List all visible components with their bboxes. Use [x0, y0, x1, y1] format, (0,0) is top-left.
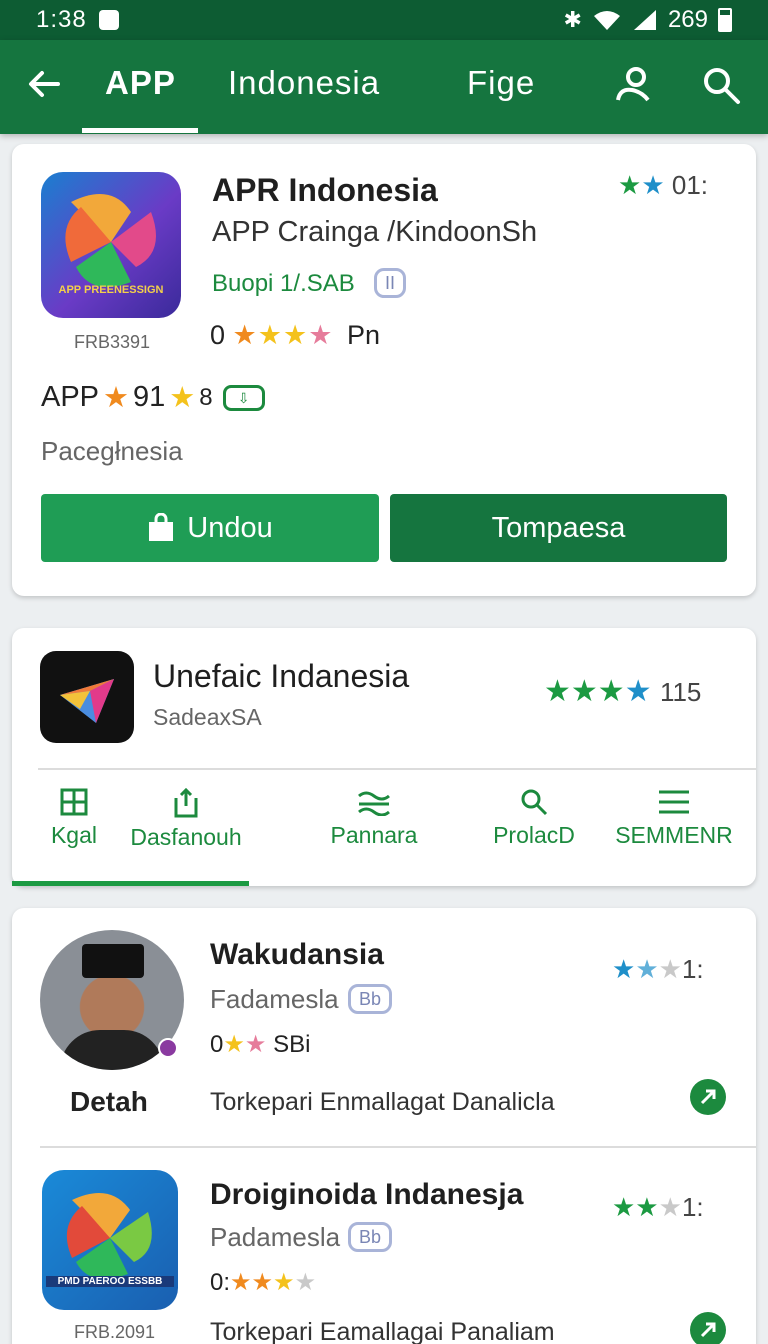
search-icon[interactable]	[700, 64, 742, 106]
play-badge-icon	[158, 1038, 178, 1058]
nav-label: ProlacD	[493, 822, 575, 848]
rating-stars: ★★★★	[232, 320, 334, 350]
item-2-app-icon: PMD PAEROO ESSBB	[42, 1170, 178, 1310]
wifi-icon	[593, 11, 620, 30]
back-arrow-icon[interactable]	[24, 64, 64, 104]
item-1-badge: Bb	[348, 984, 393, 1014]
active-tab-indicator	[82, 128, 198, 133]
rating-suffix: SBi	[273, 1031, 311, 1058]
pinwheel-logo-icon	[65, 194, 156, 287]
tab-fige[interactable]: Fige	[467, 64, 535, 108]
meta-app-label: APP	[41, 381, 100, 413]
avatar-name: Detah	[70, 1086, 148, 1117]
status-bar: 1:38 ✱ 269	[0, 0, 768, 40]
share-icon	[174, 788, 198, 818]
search-icon	[521, 789, 548, 816]
item-2-corner-rating: ★★★1:	[612, 1192, 704, 1222]
app-badge: II	[374, 268, 407, 298]
shopping-bag-icon	[149, 513, 174, 541]
item-2-subtitle: Padamesla	[210, 1222, 341, 1252]
rating-prefix: 0:	[210, 1269, 231, 1296]
app-meta-row: APP ★ 91 ★ 8 ⇩	[41, 380, 265, 415]
item-2-rating: 0:★★★★	[210, 1269, 317, 1296]
corner-rating-value: 01:	[671, 170, 709, 200]
app-icon: APP PREENESSIGN	[41, 172, 181, 318]
tab-app[interactable]: APP	[105, 64, 176, 108]
corner-value: 1:	[681, 1192, 704, 1222]
item-2-badge: Bb	[348, 1222, 393, 1252]
corner-rating: ★★ 01:	[618, 170, 709, 200]
app-2-title: Unefaic Indanesia	[153, 658, 410, 694]
app-bar: APP Indonesia Fige	[0, 40, 768, 134]
waves-icon	[358, 791, 390, 816]
grid-icon	[60, 788, 88, 816]
app-title: APR Indonesia	[212, 172, 438, 208]
meta-number-2: 8	[199, 383, 213, 411]
item-2-action-icon[interactable]	[690, 1312, 726, 1344]
secondary-action-label: Tompaesa	[491, 511, 626, 544]
item-1-rating: 0★★ SBi	[210, 1031, 311, 1058]
active-nav-indicator	[12, 881, 249, 886]
app-2-rating-value: 115	[659, 677, 702, 707]
app-rating: 0 ★★★★ Pn	[210, 320, 380, 351]
item-2-size: FRB.2091	[74, 1322, 156, 1342]
app-card-2[interactable]: Unefaic Indanesia SadeaxSA ★★★★ 115 Kgal…	[12, 628, 756, 886]
item-1-title: Wakudansia	[210, 938, 384, 971]
app-list-card: Detah Wakudansia Fadamesla Bb 0★★ SBi ★★…	[12, 908, 756, 1344]
nav-pannara[interactable]: Pannara	[304, 788, 444, 849]
item-1-description: Torkepari Enmallagat Danalicla	[210, 1088, 555, 1116]
battery-level: 269	[667, 6, 708, 33]
nav-prolacd[interactable]: ProlacD	[464, 788, 604, 849]
secondary-action-button[interactable]: Tompaesa	[390, 494, 727, 562]
list-item[interactable]: Detah Wakudansia Fadamesla Bb 0★★ SBi ★★…	[12, 908, 756, 1146]
star-icon: ★	[169, 382, 196, 414]
star-icon: ★	[103, 382, 130, 414]
nav-dasfanouh[interactable]: Dasfanouh	[116, 788, 256, 851]
signal-icon	[633, 10, 656, 30]
app-icon-2	[40, 651, 134, 743]
app-icon-caption: APP PREENESSIGN	[58, 284, 164, 296]
notification-icon	[98, 10, 119, 30]
nav-label: Kgal	[50, 822, 98, 848]
menu-icon	[659, 790, 689, 814]
nav-label: Pannara	[330, 822, 418, 848]
app-developer[interactable]: Buopi 1/.SAB	[212, 270, 355, 298]
divider	[38, 768, 756, 770]
download-button-label: Undou	[187, 511, 273, 544]
kite-logo-icon	[60, 679, 114, 723]
corner-value: 1:	[681, 954, 704, 984]
item-1-action-icon[interactable]	[690, 1079, 726, 1115]
nav-label: SEMMENR	[615, 822, 733, 848]
app-subtitle: APP Crainga /KindoonSh	[212, 216, 538, 248]
list-item[interactable]: PMD PAEROO ESSBB FRB.2091 Droiginoida In…	[12, 1148, 756, 1344]
app-size: FRB3391	[74, 332, 151, 352]
item-2-icon-caption: PMD PAEROO ESSBB	[46, 1276, 174, 1287]
rating-suffix: Pn	[346, 320, 380, 350]
item-2-title: Droiginoida Indanesja	[210, 1178, 524, 1211]
item-1-subtitle: Fadamesla	[210, 984, 339, 1014]
rating-prefix: 0	[210, 320, 226, 350]
item-1-corner-rating: ★★★1:	[612, 954, 704, 984]
rating-prefix: 0	[210, 1031, 224, 1058]
nav-semmenr[interactable]: SEMMENR	[604, 788, 744, 849]
meta-number-1: 91	[133, 381, 166, 413]
bluetooth-icon: ✱	[563, 7, 582, 32]
app-2-subtitle: SadeaxSA	[153, 704, 262, 730]
download-badge-icon: ⇩	[222, 384, 265, 411]
app-category: Pacegłnesia	[41, 436, 183, 466]
app-2-rating: ★★★★ 115	[544, 675, 702, 708]
account-icon[interactable]	[612, 64, 654, 106]
featured-app-card[interactable]: APP PREENESSIGN FRB3391 APR Indonesia AP…	[12, 144, 756, 596]
pinwheel-logo-icon	[66, 1192, 152, 1279]
nav-label: Dasfanouh	[130, 824, 242, 850]
item-2-description: Torkepari Eamallagai Panaliam	[210, 1318, 555, 1344]
tab-indonesia[interactable]: Indonesia	[228, 64, 380, 108]
download-button[interactable]: Undou	[41, 494, 379, 562]
status-time: 1:38	[36, 6, 87, 33]
battery-icon	[718, 8, 732, 32]
